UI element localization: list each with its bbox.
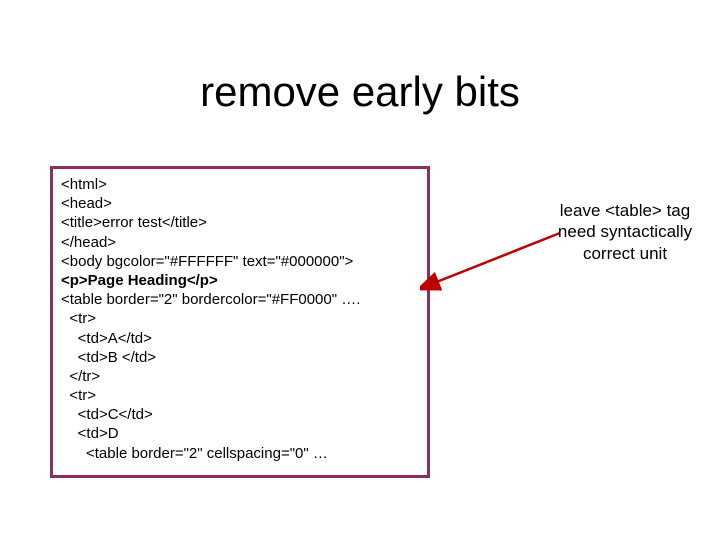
annotation-line: leave <table> tag: [545, 200, 705, 221]
code-line: <td>C</td>: [61, 406, 153, 423]
annotation-line: need syntactically: [545, 221, 705, 242]
slide-title: remove early bits: [0, 68, 720, 116]
code-line: <table border="2" bordercolor="#FF0000" …: [61, 291, 360, 308]
code-line: <head>: [61, 195, 112, 212]
code-line: </tr>: [61, 368, 100, 385]
code-line: <tr>: [61, 387, 96, 404]
annotation-text: leave <table> tag need syntactically cor…: [545, 200, 705, 264]
code-line: <table border="2" cellspacing="0" …: [61, 445, 328, 462]
code-line: <td>A</td>: [61, 330, 152, 347]
code-line: <td>D: [61, 425, 119, 442]
code-line: <html>: [61, 176, 107, 193]
code-line: <title>error test</title>: [61, 214, 207, 231]
annotation-line: correct unit: [545, 243, 705, 264]
code-line: <body bgcolor="#FFFFFF" text="#000000">: [61, 253, 353, 270]
code-sample-box: <html> <head> <title>error test</title> …: [50, 166, 430, 478]
code-line: <td>B </td>: [61, 349, 156, 366]
code-line: </head>: [61, 234, 116, 251]
code-line: <tr>: [61, 310, 96, 327]
code-line-highlight: <p>Page Heading</p>: [61, 272, 218, 289]
slide: remove early bits <html> <head> <title>e…: [0, 0, 720, 540]
